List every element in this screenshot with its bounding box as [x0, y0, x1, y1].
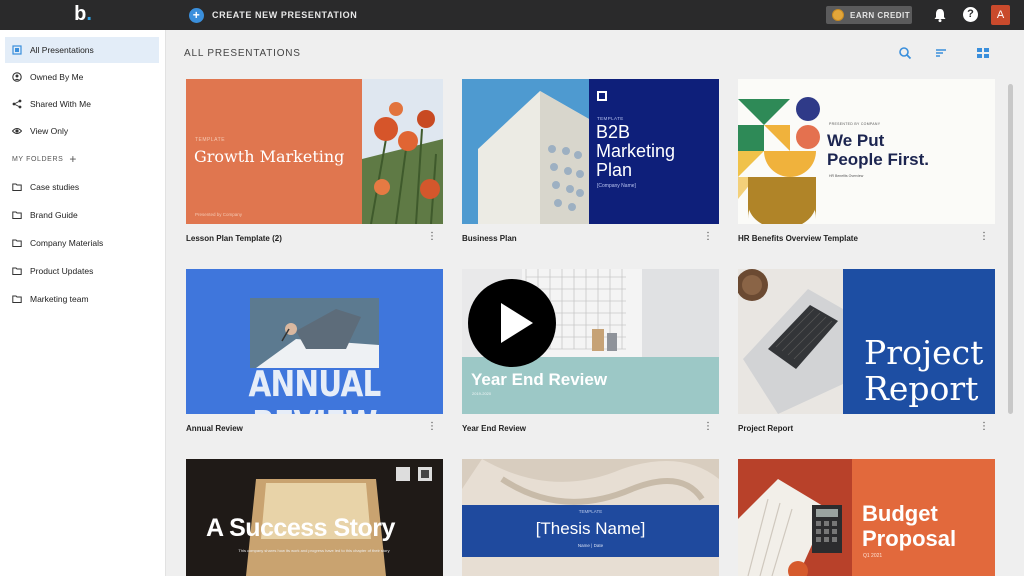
- presentation-thumbnail[interactable]: TEMPLATE [Thesis Name] Name | Date: [462, 459, 719, 576]
- thumb-title: Budget Proposal: [862, 501, 956, 551]
- eye-icon: [12, 128, 22, 134]
- presentation-thumbnail[interactable]: TEMPLATE Growth Marketing Presented by C…: [186, 79, 443, 224]
- add-folder-icon[interactable]: +: [69, 152, 77, 166]
- folder-icon: [12, 267, 22, 275]
- thumb-subtitle: Name | Date: [577, 543, 604, 548]
- folder-item[interactable]: Brand Guide: [5, 202, 159, 228]
- app-logo[interactable]: b.: [0, 0, 166, 30]
- presentation-thumbnail[interactable]: Budget Proposal Q1 2021: [738, 459, 995, 576]
- presentation-name[interactable]: Project Report: [738, 424, 793, 433]
- earn-credit-label: EARN CREDIT: [850, 10, 911, 20]
- more-options-icon[interactable]: ⋮: [703, 232, 713, 242]
- thumb-subtitle: This company shares how its work and pro…: [238, 548, 390, 553]
- folder-label: Company Materials: [30, 238, 104, 248]
- my-folders-heading: MY FOLDERS +: [12, 152, 77, 166]
- folder-icon: [12, 183, 22, 191]
- sidebar-item-owned-by-me[interactable]: Owned By Me: [5, 64, 159, 90]
- more-options-icon[interactable]: ⋮: [427, 232, 437, 242]
- presentation-name[interactable]: HR Benefits Overview Template: [738, 234, 858, 243]
- thumb-title-line: People First.: [827, 150, 930, 169]
- folder-item[interactable]: Marketing team: [5, 286, 159, 312]
- sidebar-item-label: Shared With Me: [30, 99, 91, 109]
- thumb-title-line: Budget: [862, 501, 938, 526]
- presentation-name[interactable]: Lesson Plan Template (2): [186, 234, 282, 243]
- folder-label: Case studies: [30, 182, 80, 192]
- presentation-thumbnail[interactable]: ANNUAL REVIEW: [186, 269, 443, 414]
- presentation-thumbnail[interactable]: Project Report: [738, 269, 995, 414]
- sidebar-item-view-only[interactable]: View Only: [5, 118, 159, 144]
- create-presentation-label: CREATE NEW PRESENTATION: [212, 10, 358, 20]
- thumb-subtitle: Q1 2021: [863, 553, 883, 559]
- avatar[interactable]: A: [991, 5, 1010, 25]
- user-icon: [12, 72, 22, 82]
- thumb-label: TEMPLATE: [597, 116, 624, 121]
- search-icon[interactable]: [898, 46, 912, 60]
- thumb-title-line: We Put: [827, 131, 885, 150]
- thumb-title-line: Plan: [596, 160, 633, 180]
- sidebar-item-label: All Presentations: [30, 45, 94, 55]
- folder-icon: [12, 295, 22, 303]
- thumb-title-line: Marketing: [596, 141, 676, 161]
- thumb-title: Growth Marketing: [194, 147, 345, 166]
- thumb-title-line: Project: [864, 333, 984, 372]
- folder-icon: [12, 239, 22, 247]
- thumb-subtitle: 2019-2020: [472, 391, 492, 396]
- thumb-subtitle: [Company Name]: [597, 183, 636, 189]
- thumb-title: B2B Marketing Plan: [596, 123, 675, 180]
- grid-icon: [12, 45, 22, 55]
- sidebar-item-shared-with-me[interactable]: Shared With Me: [5, 91, 159, 117]
- sidebar-item-all-presentations[interactable]: All Presentations: [5, 37, 159, 63]
- sort-icon[interactable]: [934, 46, 948, 60]
- help-icon[interactable]: ?: [963, 7, 978, 22]
- thumb-subtitle: HR Benefits Overview: [829, 174, 864, 178]
- presentation-name[interactable]: Year End Review: [462, 424, 526, 433]
- more-options-icon[interactable]: ⋮: [427, 422, 437, 432]
- sidebar-item-label: Owned By Me: [30, 72, 84, 82]
- presentation-thumbnail[interactable]: PRESENTED BY COMPANY We Put People First…: [738, 79, 995, 224]
- presentation-thumbnail[interactable]: A Success Story This company shares how …: [186, 459, 443, 576]
- folder-label: Product Updates: [30, 266, 94, 276]
- thumb-label: TEMPLATE: [195, 137, 226, 143]
- presentation-thumbnail[interactable]: Year End Review 2019-2020: [462, 269, 719, 414]
- thumb-title-line: Proposal: [862, 526, 957, 551]
- folder-item[interactable]: Company Materials: [5, 230, 159, 256]
- plus-icon: +: [189, 7, 204, 23]
- b2b-marketing-slide: [462, 79, 719, 224]
- earn-credit-button[interactable]: EARN CREDIT: [826, 6, 912, 24]
- create-presentation-button[interactable]: + CREATE NEW PRESENTATION: [189, 7, 357, 23]
- presentation-name[interactable]: Annual Review: [186, 424, 243, 433]
- thumb-title: A Success Story: [206, 514, 395, 542]
- folder-label: Marketing team: [30, 294, 89, 304]
- sidebar-item-label: View Only: [30, 126, 69, 136]
- thumb-title: Year End Review: [471, 370, 608, 389]
- play-icon[interactable]: [467, 278, 557, 368]
- thumb-label: TEMPLATE: [578, 509, 603, 514]
- more-options-icon[interactable]: ⋮: [703, 422, 713, 432]
- thumb-footer: Presented by Company: [195, 212, 243, 217]
- thesis-slide: [462, 459, 719, 576]
- thumb-label: PRESENTED BY COMPANY: [829, 122, 881, 126]
- folder-label: Brand Guide: [30, 210, 78, 220]
- thumb-title: [Thesis Name]: [535, 519, 646, 538]
- top-bar: b. + CREATE NEW PRESENTATION EARN CREDIT…: [0, 0, 1024, 30]
- more-options-icon[interactable]: ⋮: [979, 422, 989, 432]
- presentation-thumbnail[interactable]: TEMPLATE B2B Marketing Plan [Company Nam…: [462, 79, 719, 224]
- folder-item[interactable]: Case studies: [5, 174, 159, 200]
- scrollbar[interactable]: [1008, 84, 1013, 414]
- folder-item[interactable]: Product Updates: [5, 258, 159, 284]
- more-options-icon[interactable]: ⋮: [979, 232, 989, 242]
- thumb-title: Project Report: [864, 335, 983, 407]
- page-title: ALL PRESENTATIONS: [184, 48, 301, 59]
- share-icon: [12, 99, 22, 109]
- thumb-title-line: B2B: [596, 122, 631, 142]
- coin-icon: [832, 9, 844, 21]
- grid-view-icon[interactable]: [976, 46, 990, 60]
- sidebar: All Presentations Owned By Me Shared Wit…: [0, 30, 166, 576]
- thumb-title: ANNUAL REVIEW: [248, 364, 381, 415]
- bell-icon[interactable]: [932, 7, 948, 23]
- presentation-name[interactable]: Business Plan: [462, 234, 517, 243]
- folder-icon: [12, 211, 22, 219]
- thumb-title-line: Report: [864, 369, 979, 408]
- thumb-title: We Put People First.: [827, 131, 929, 169]
